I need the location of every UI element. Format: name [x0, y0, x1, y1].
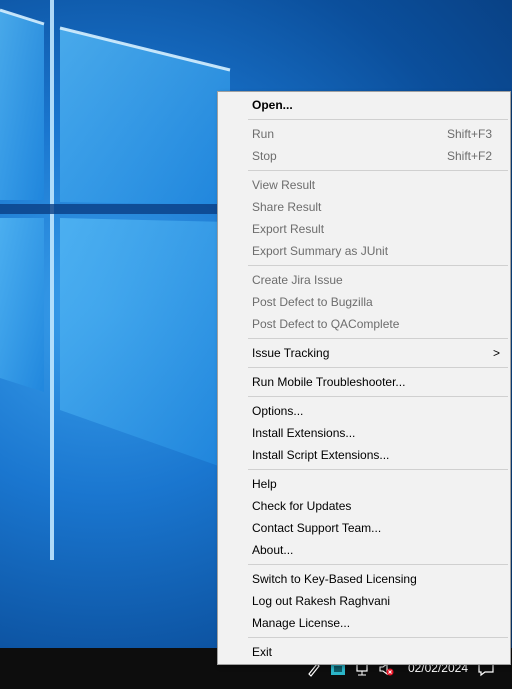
menu-separator: [248, 338, 508, 339]
menu-item-stop-label: Stop: [252, 149, 277, 163]
menu-separator: [248, 564, 508, 565]
menu-item-post-bugzilla: Post Defect to Bugzilla: [252, 295, 373, 309]
menu-item-issue-tracking[interactable]: Issue Tracking >: [218, 342, 510, 364]
menu-item-run-label: Run: [252, 127, 275, 141]
menu-separator: [248, 396, 508, 397]
menu-item-stop: Stop Shift+F2: [218, 145, 510, 167]
menu-item-export-junit: Export Summary as JUnit: [252, 244, 389, 258]
menu-item-issue-tracking-label: Issue Tracking: [252, 346, 330, 360]
menu-item-share-result: Share Result: [252, 200, 322, 214]
menu-item-help[interactable]: Help: [218, 473, 510, 495]
menu-item-run-mobile-troubleshooter[interactable]: Run Mobile Troubleshooter...: [218, 371, 510, 393]
menu-item-exit[interactable]: Exit: [218, 641, 510, 663]
menu-item-run-shortcut: Shift+F3: [446, 127, 492, 141]
menu-item-switch-licensing[interactable]: Switch to Key-Based Licensing: [218, 568, 510, 590]
menu-separator: [248, 367, 508, 368]
menu-item-about[interactable]: About...: [218, 539, 510, 561]
menu-item-check-for-updates[interactable]: Check for Updates: [218, 495, 510, 517]
chevron-right-icon: >: [492, 346, 500, 360]
menu-item-export-result: Export Result: [252, 222, 325, 236]
menu-item-options[interactable]: Options...: [218, 400, 510, 422]
menu-separator: [248, 119, 508, 120]
menu-separator: [248, 469, 508, 470]
menu-separator: [248, 637, 508, 638]
menu-item-post-qacomplete: Post Defect to QAComplete: [252, 317, 400, 331]
menu-item-contact-support[interactable]: Contact Support Team...: [218, 517, 510, 539]
menu-item-create-jira-issue: Create Jira Issue: [252, 273, 343, 287]
menu-item-log-out[interactable]: Log out Rakesh Raghvani: [218, 590, 510, 612]
menu-item-run: Run Shift+F3: [218, 123, 510, 145]
context-menu: Open... Run Shift+F3 Stop Shift+F2 View …: [217, 91, 511, 665]
menu-item-manage-license[interactable]: Manage License...: [218, 612, 510, 634]
menu-item-install-extensions[interactable]: Install Extensions...: [218, 422, 510, 444]
menu-separator: [248, 170, 508, 171]
menu-item-view-result: View Result: [252, 178, 316, 192]
menu-separator: [248, 265, 508, 266]
menu-item-stop-shortcut: Shift+F2: [446, 149, 492, 163]
menu-item-open[interactable]: Open...: [218, 94, 510, 116]
menu-item-install-script-extensions[interactable]: Install Script Extensions...: [218, 444, 510, 466]
